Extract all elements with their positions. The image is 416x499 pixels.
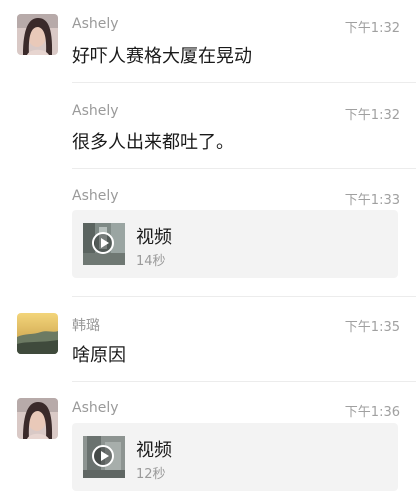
message-divider	[72, 168, 416, 169]
sender-name: Ashely	[72, 16, 119, 32]
message-time: 下午1:32	[344, 21, 400, 36]
message-text: 啥原因	[72, 345, 126, 366]
play-icon[interactable]	[92, 445, 114, 467]
message-divider	[72, 82, 416, 83]
message-time: 下午1:35	[344, 320, 400, 335]
play-icon[interactable]	[92, 232, 114, 254]
message-time: 下午1:33	[344, 193, 400, 208]
message-text: 好吓人赛格大厦在晃动	[72, 46, 252, 67]
video-message-card[interactable]: 视频 12秒	[72, 423, 398, 491]
message-text: 很多人出来都吐了。	[72, 132, 234, 153]
avatar-icon	[17, 398, 58, 439]
sender-name: 韩璐	[72, 318, 100, 334]
message-divider	[72, 296, 416, 297]
video-thumbnail	[83, 223, 125, 265]
avatar-icon	[17, 313, 58, 354]
video-message-card[interactable]: 视频 14秒	[72, 210, 398, 278]
avatar[interactable]	[17, 313, 58, 354]
video-duration: 12秒	[136, 467, 166, 482]
message-time: 下午1:36	[344, 405, 400, 420]
sender-name: Ashely	[72, 188, 119, 204]
video-duration: 14秒	[136, 254, 166, 269]
avatar[interactable]	[17, 398, 58, 439]
video-thumbnail	[83, 436, 125, 478]
avatar-icon	[17, 14, 58, 55]
video-label: 视频	[136, 440, 172, 461]
video-label: 视频	[136, 227, 172, 248]
sender-name: Ashely	[72, 103, 119, 119]
message-divider	[72, 381, 416, 382]
sender-name: Ashely	[72, 400, 119, 416]
avatar[interactable]	[17, 14, 58, 55]
message-time: 下午1:32	[344, 108, 400, 123]
